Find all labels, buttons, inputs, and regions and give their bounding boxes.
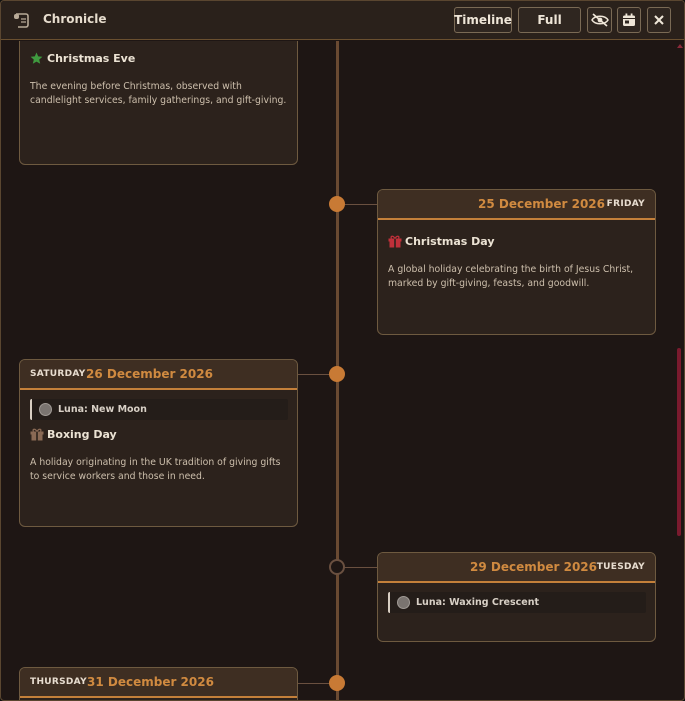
- card-date: 31 December 2026: [87, 675, 214, 689]
- moon-icon: [39, 403, 52, 416]
- card-weekday: TUESDAY: [596, 562, 645, 572]
- timeline-node[interactable]: [329, 366, 345, 382]
- window-title: Chronicle: [43, 12, 107, 26]
- card-header: 29 December 2026 TUESDAY: [378, 553, 655, 583]
- moon-icon: [397, 596, 410, 609]
- connector: [297, 683, 331, 684]
- close-icon: [654, 15, 664, 25]
- calendar-icon: [622, 13, 636, 27]
- card-header: SATURDAY 26 December 2026: [20, 360, 297, 390]
- hide-toggle-button[interactable]: [587, 7, 612, 33]
- card-weekday: THURSDAY: [30, 677, 87, 687]
- connector: [297, 374, 331, 375]
- title-bar: Chronicle Timeline Full: [1, 1, 684, 40]
- close-button[interactable]: [647, 7, 671, 33]
- gift-icon: [30, 428, 44, 441]
- eye-slash-icon: [590, 13, 609, 27]
- timeline-node[interactable]: [329, 675, 345, 691]
- card-date: 25 December 2026: [478, 197, 605, 211]
- card-header: THURSDAY 31 December 2026: [20, 668, 297, 698]
- event-title: Christmas Day: [388, 235, 495, 248]
- timeline-card-29-december[interactable]: 29 December 2026 TUESDAY Luna: Waxing Cr…: [377, 552, 656, 642]
- moon-phase-row: Luna: New Moon: [30, 399, 288, 420]
- event-description: A holiday originating in the UK traditio…: [30, 457, 281, 482]
- connector: [344, 204, 379, 205]
- scroll-up-arrow-icon[interactable]: [677, 44, 683, 48]
- timeline-node[interactable]: [329, 559, 345, 575]
- card-date: 26 December 2026: [86, 367, 213, 381]
- card-weekday: SATURDAY: [30, 369, 86, 379]
- full-button[interactable]: Full: [518, 7, 581, 33]
- timeline-node[interactable]: [329, 196, 345, 212]
- timeline-card-25-december[interactable]: 25 December 2026 FRIDAY Christmas Day A …: [377, 189, 656, 335]
- timeline-card-31-december[interactable]: THURSDAY 31 December 2026: [19, 667, 298, 700]
- timeline-view: Christmas Eve The evening before Christm…: [1, 41, 684, 700]
- event-description: The evening before Christmas, observed w…: [30, 81, 287, 106]
- star-icon: [30, 52, 43, 65]
- event-title: Christmas Eve: [30, 52, 135, 65]
- event-description: A global holiday celebrating the birth o…: [388, 264, 634, 289]
- chronicle-window: Chronicle Timeline Full Christmas Eve Th…: [0, 0, 685, 701]
- card-weekday: FRIDAY: [606, 199, 645, 209]
- event-title: Boxing Day: [30, 428, 117, 441]
- card-date: 29 December 2026: [470, 560, 597, 574]
- scroll-icon: [13, 12, 31, 28]
- timeline-card-christmas-eve[interactable]: Christmas Eve The evening before Christm…: [19, 41, 298, 165]
- timeline-button[interactable]: Timeline: [454, 7, 512, 33]
- moon-phase-row: Luna: Waxing Crescent: [388, 592, 646, 613]
- connector: [344, 567, 379, 568]
- card-header: 25 December 2026 FRIDAY: [378, 190, 655, 220]
- gift-icon: [388, 235, 402, 248]
- calendar-button[interactable]: [617, 7, 641, 33]
- timeline-card-26-december[interactable]: SATURDAY 26 December 2026 Luna: New Moon…: [19, 359, 298, 527]
- scrollbar-thumb[interactable]: [677, 348, 681, 536]
